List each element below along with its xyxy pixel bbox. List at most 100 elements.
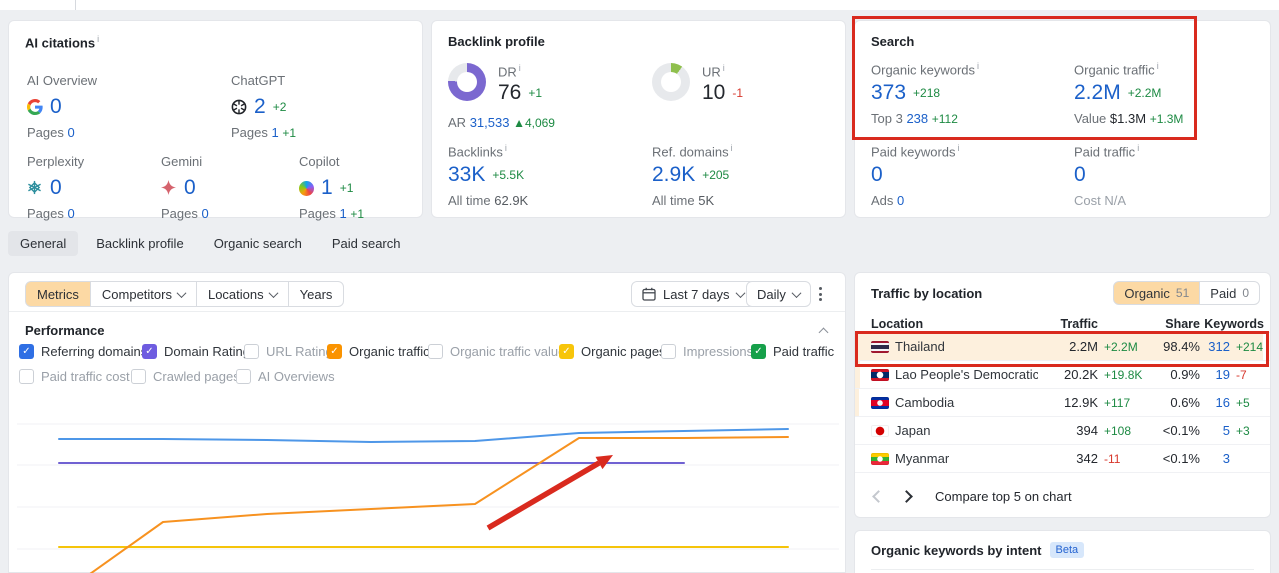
metric-paid-traffic[interactable]: ✓ Paid traffic bbox=[751, 344, 834, 359]
info-icon[interactable]: i bbox=[1157, 61, 1159, 71]
paid-keywords-value[interactable]: 0 bbox=[871, 163, 883, 186]
ar-label: AR bbox=[448, 115, 467, 130]
chatgpt-delta: +2 bbox=[272, 100, 287, 114]
keywords-value[interactable]: 3 bbox=[1200, 451, 1230, 466]
gemini-value[interactable]: 0 bbox=[184, 176, 196, 200]
ai-overview-value[interactable]: 0 bbox=[50, 95, 62, 119]
checkbox[interactable] bbox=[236, 369, 251, 384]
laos-flag-icon bbox=[871, 368, 889, 381]
ur-value[interactable]: 10 bbox=[702, 81, 725, 105]
checkbox[interactable]: ✓ bbox=[19, 344, 34, 359]
info-icon[interactable]: i bbox=[97, 34, 99, 44]
col-traffic[interactable]: Traffic bbox=[1038, 317, 1098, 331]
metric-paid-traffic-cost[interactable]: Paid traffic cost bbox=[19, 369, 130, 384]
pages-value[interactable]: 0 bbox=[68, 125, 75, 140]
traffic-value: 342 bbox=[1076, 451, 1098, 466]
table-row-laos[interactable]: Lao People's Democratic Reput 20.2K +19.… bbox=[855, 361, 1270, 389]
organic-traffic-value[interactable]: 2.2M bbox=[1074, 81, 1121, 105]
perplexity-value[interactable]: 0 bbox=[50, 176, 62, 200]
chatgpt-label: ChatGPT bbox=[231, 73, 286, 88]
keywords-value[interactable]: 16 bbox=[1200, 395, 1230, 410]
checkbox[interactable]: ✓ bbox=[142, 344, 157, 359]
ads-value[interactable]: 0 bbox=[897, 193, 904, 208]
table-row-myanmar[interactable]: Myanmar 342 -11 <0.1% 3 bbox=[855, 445, 1270, 473]
chatgpt-value[interactable]: 2 bbox=[254, 95, 266, 119]
backlinks-value[interactable]: 33K bbox=[448, 163, 485, 187]
metrics-button[interactable]: Metrics bbox=[25, 281, 91, 307]
metric-crawled-pages[interactable]: Crawled pages bbox=[131, 369, 240, 384]
pages-value[interactable]: 0 bbox=[202, 206, 209, 221]
granularity-button[interactable]: Daily bbox=[746, 281, 811, 307]
metric-impressions[interactable]: Impressions bbox=[661, 344, 753, 359]
ref-domains-value[interactable]: 2.9K bbox=[652, 163, 695, 187]
organic-toggle[interactable]: Organic 51 bbox=[1113, 281, 1201, 305]
tab-backlink-profile[interactable]: Backlink profile bbox=[84, 231, 195, 256]
organic-keywords-value[interactable]: 373 bbox=[871, 81, 906, 105]
country-name[interactable]: Thailand bbox=[895, 339, 1038, 354]
checkbox[interactable]: ✓ bbox=[751, 344, 766, 359]
metric-organic-traffic-value[interactable]: Organic traffic value bbox=[428, 344, 565, 359]
keywords-value[interactable]: 19 bbox=[1200, 367, 1230, 382]
metric-organic-pages[interactable]: ✓ Organic pages bbox=[559, 344, 666, 359]
performance-line-chart[interactable] bbox=[9, 396, 847, 573]
col-location[interactable]: Location bbox=[871, 317, 1038, 331]
pages-value[interactable]: 1 bbox=[272, 125, 279, 140]
tab-paid-search[interactable]: Paid search bbox=[320, 231, 413, 256]
metric-referring-domains[interactable]: ✓ Referring domains bbox=[19, 344, 147, 359]
info-icon[interactable]: i bbox=[1137, 143, 1139, 153]
copilot-value[interactable]: 1 bbox=[321, 176, 333, 200]
checkbox[interactable] bbox=[244, 344, 259, 359]
tab-general[interactable]: General bbox=[8, 231, 79, 256]
info-icon[interactable]: i bbox=[519, 63, 521, 73]
metric-url-rating[interactable]: URL Rating bbox=[244, 344, 333, 359]
pages-value[interactable]: 1 bbox=[340, 206, 347, 221]
competitors-button[interactable]: Competitors bbox=[89, 281, 197, 307]
info-icon[interactable]: i bbox=[958, 143, 960, 153]
country-name[interactable]: Cambodia bbox=[895, 395, 1038, 410]
country-name[interactable]: Japan bbox=[895, 423, 1038, 438]
compare-top5-link[interactable]: Compare top 5 on chart bbox=[935, 489, 1072, 504]
ar-value[interactable]: 31,533 bbox=[470, 115, 510, 130]
checkbox[interactable]: ✓ bbox=[327, 344, 342, 359]
search-card: Search Organic keywords i 373 +218 Top 3 … bbox=[854, 20, 1271, 218]
country-name[interactable]: Lao People's Democratic Reput bbox=[895, 367, 1038, 382]
table-row-cambodia[interactable]: Cambodia 12.9K +117 0.6% 16 +5 bbox=[855, 389, 1270, 417]
locations-button[interactable]: Locations bbox=[195, 281, 289, 307]
ur-delta: -1 bbox=[732, 86, 744, 100]
metric-domain-rating[interactable]: ✓ Domain Rating bbox=[142, 344, 250, 359]
checkbox[interactable] bbox=[19, 369, 34, 384]
info-icon[interactable]: i bbox=[723, 63, 725, 73]
pages-value[interactable]: 0 bbox=[68, 206, 75, 221]
prev-page-button[interactable] bbox=[871, 489, 885, 503]
next-page-button[interactable] bbox=[899, 489, 913, 503]
more-options-button[interactable] bbox=[813, 283, 828, 305]
table-row-thailand[interactable]: Thailand 2.2M +2.2M 98.4% 312 +214 bbox=[855, 333, 1270, 361]
date-range-button[interactable]: Last 7 days bbox=[631, 281, 755, 307]
col-keywords[interactable]: Keywords bbox=[1200, 317, 1264, 331]
keywords-value[interactable]: 5 bbox=[1200, 423, 1230, 438]
table-row-japan[interactable]: Japan 394 +108 <0.1% 5 +3 bbox=[855, 417, 1270, 445]
traffic-by-location-card: Traffic by location Organic 51 Paid 0 Loca… bbox=[854, 272, 1271, 518]
checkbox[interactable]: ✓ bbox=[559, 344, 574, 359]
share-value: 0.6% bbox=[1170, 395, 1200, 410]
paid-traffic-value[interactable]: 0 bbox=[1074, 163, 1086, 186]
years-button[interactable]: Years bbox=[287, 281, 345, 307]
metric-organic-traffic[interactable]: ✓ Organic traffic bbox=[327, 344, 430, 359]
checkbox[interactable] bbox=[428, 344, 443, 359]
col-share[interactable]: Share bbox=[1148, 317, 1200, 331]
country-name[interactable]: Myanmar bbox=[895, 451, 1038, 466]
checkbox[interactable] bbox=[661, 344, 676, 359]
paid-toggle[interactable]: Paid 0 bbox=[1199, 281, 1260, 305]
info-icon[interactable]: i bbox=[731, 143, 733, 153]
checkbox[interactable] bbox=[131, 369, 146, 384]
keywords-value[interactable]: 312 bbox=[1200, 339, 1230, 354]
collapse-icon[interactable] bbox=[818, 327, 829, 338]
info-icon[interactable]: i bbox=[505, 143, 507, 153]
info-icon[interactable]: i bbox=[977, 61, 979, 71]
top3-value[interactable]: 238 bbox=[906, 111, 928, 126]
pages-label: Pages bbox=[27, 125, 64, 140]
traffic-value: 2.2M bbox=[1069, 339, 1098, 354]
dr-value[interactable]: 76 bbox=[498, 81, 521, 105]
metric-ai-overviews[interactable]: AI Overviews bbox=[236, 369, 335, 384]
tab-organic-search[interactable]: Organic search bbox=[202, 231, 314, 256]
